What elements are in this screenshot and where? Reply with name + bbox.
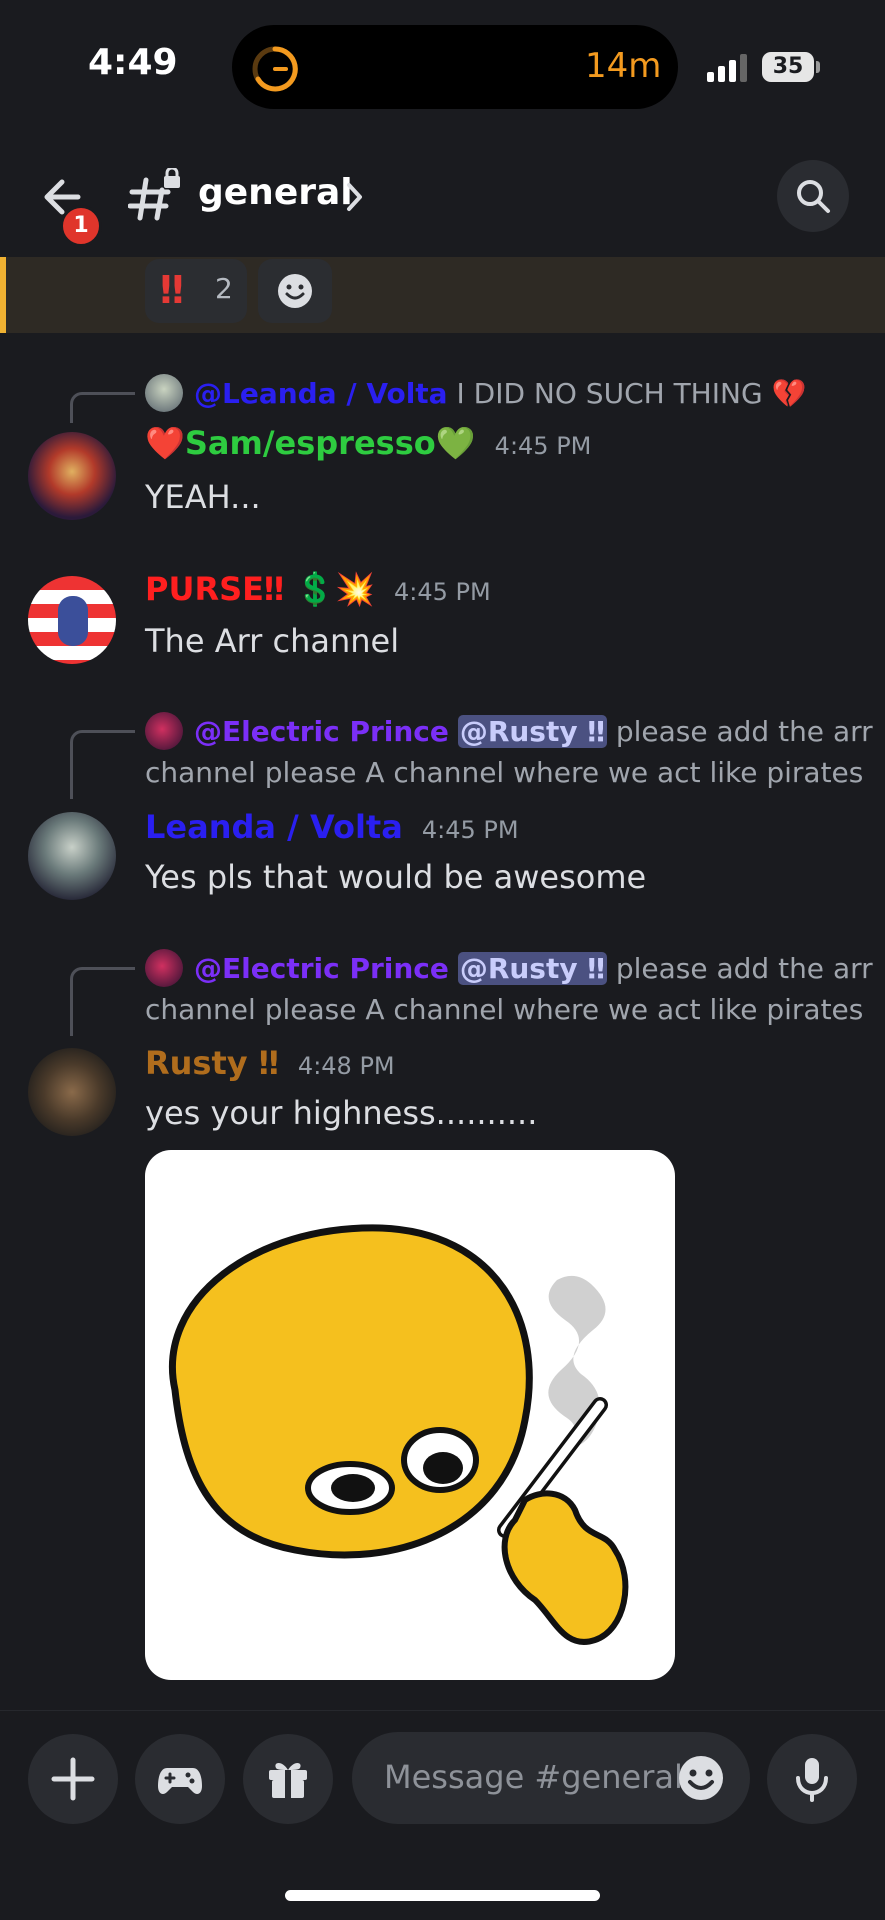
message-header: PURSE‼ 💲💥 4:45 PM: [145, 570, 491, 608]
timestamp: 4:45 PM: [421, 816, 519, 844]
plus-icon: [51, 1757, 95, 1801]
home-indicator: [285, 1890, 600, 1901]
message-header: Rusty ‼ 4:48 PM: [145, 1044, 395, 1082]
microphone-icon: [796, 1758, 828, 1802]
avatar[interactable]: [28, 576, 116, 664]
message-text: Yes pls that would be awesome: [145, 858, 647, 896]
reply-preview[interactable]: @Leanda / Volta I DID NO SUCH THING 💔: [194, 374, 806, 414]
username[interactable]: PURSE‼ 💲💥: [145, 570, 375, 608]
reply-avatar: [145, 712, 183, 750]
reply-connector: [70, 730, 135, 799]
username[interactable]: ❤️Sam/espresso💚: [145, 424, 476, 462]
message-header: ❤️Sam/espresso💚 4:45 PM: [145, 424, 591, 462]
chevron-right-icon[interactable]: [344, 180, 366, 214]
composer-divider: [0, 1710, 885, 1711]
voice-message-button[interactable]: [767, 1734, 857, 1824]
avatar[interactable]: [28, 812, 116, 900]
reply-text: please add the arr: [615, 952, 873, 985]
reaction-count: 2: [215, 272, 233, 305]
timer-text: 14m: [585, 46, 662, 86]
reaction-bar: [0, 257, 885, 333]
gamepad-icon: [158, 1768, 202, 1794]
gift-icon: [269, 1763, 307, 1798]
add-reaction-icon: [278, 274, 312, 308]
reply-mention-chip[interactable]: @Rusty ‼: [457, 715, 607, 748]
status-time: 4:49: [88, 42, 178, 83]
add-reaction-button[interactable]: [258, 259, 332, 323]
reply-text: please add the arr: [615, 715, 873, 748]
username[interactable]: Leanda / Volta: [145, 808, 403, 846]
reply-connector: [70, 967, 135, 1036]
signal-icon: [707, 54, 747, 82]
add-attachment-button[interactable]: [28, 1734, 118, 1824]
message-text: yes your highness..........: [145, 1094, 538, 1132]
reply-mention[interactable]: @Electric Prince: [194, 715, 449, 748]
channel-name[interactable]: general: [198, 172, 353, 213]
message-placeholder: Message #general: [384, 1758, 683, 1796]
reply-connector: [70, 392, 135, 423]
emoji-icon[interactable]: [677, 1754, 725, 1802]
message-header: Leanda / Volta 4:45 PM: [145, 808, 519, 846]
reply-mention[interactable]: @Electric Prince: [194, 952, 449, 985]
activities-button[interactable]: [135, 1734, 225, 1824]
reply-text-continued: channel please A channel where we act li…: [145, 993, 864, 1026]
double-exclamation-emoji: ‼: [160, 268, 184, 312]
search-button[interactable]: [777, 160, 849, 232]
timestamp: 4:48 PM: [297, 1052, 395, 1080]
reply-text-continued: channel please A channel where we act li…: [145, 756, 864, 789]
reply-mention[interactable]: @Leanda / Volta: [194, 377, 448, 410]
battery-icon: 35: [762, 52, 814, 82]
smoking-emoji-image[interactable]: [145, 1150, 675, 1680]
timestamp: 4:45 PM: [494, 432, 592, 460]
reply-preview[interactable]: @Electric Prince @Rusty ‼ please add the…: [194, 949, 873, 989]
message-text: YEAH...: [145, 478, 261, 516]
reply-text: I DID NO SUCH THING 💔: [456, 377, 807, 410]
timestamp: 4:45 PM: [393, 578, 491, 606]
username-text: PURSE‼: [145, 570, 285, 608]
battery-nub: [816, 61, 820, 73]
username-suffix-emoji: 💚: [435, 424, 476, 462]
avatar[interactable]: [28, 432, 116, 520]
gift-button[interactable]: [243, 1734, 333, 1824]
username-suffix-emoji: 💲💥: [295, 570, 375, 608]
reply-mention-chip[interactable]: @Rusty ‼: [457, 952, 607, 985]
reply-avatar: [145, 374, 183, 412]
locked-channel-icon: [128, 168, 180, 221]
notification-badge: 1: [60, 205, 102, 247]
username-prefix-emoji: ❤️: [145, 424, 185, 462]
avatar[interactable]: [28, 1048, 116, 1136]
reply-preview[interactable]: @Electric Prince @Rusty ‼ please add the…: [194, 712, 873, 752]
timer-icon: [252, 46, 298, 92]
search-icon: [797, 180, 830, 213]
smoking-emoji-drawing: [169, 1224, 629, 1645]
reply-avatar: [145, 949, 183, 987]
username[interactable]: Rusty ‼: [145, 1044, 279, 1082]
username-text: Sam/espresso: [184, 424, 436, 462]
message-text: The Arr channel: [145, 622, 400, 660]
